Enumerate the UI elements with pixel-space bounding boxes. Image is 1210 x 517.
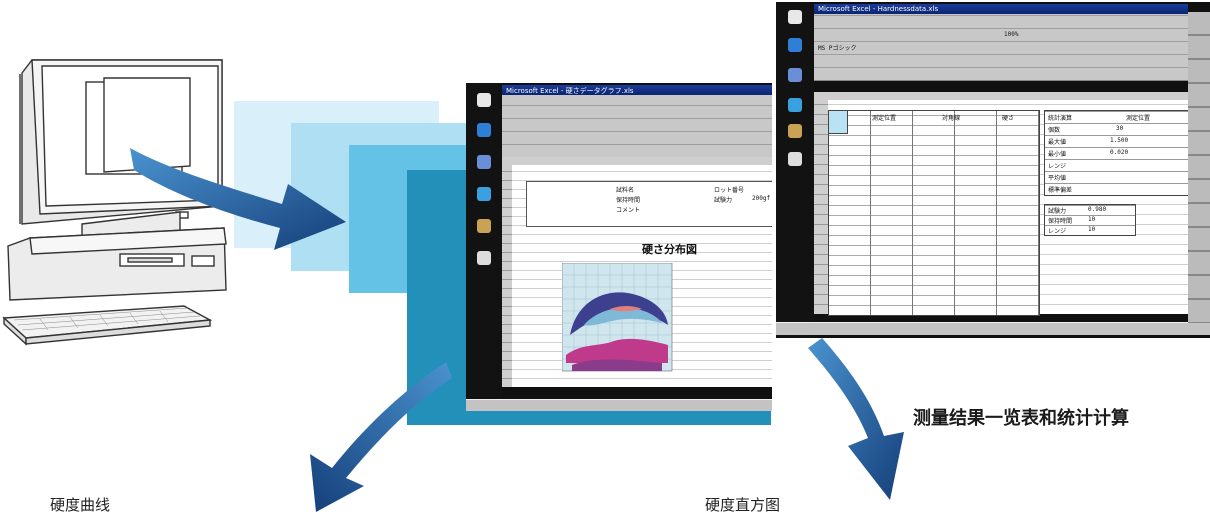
hardness-distribution-map bbox=[562, 263, 673, 372]
label-results-table: 测量结果一览表和统计计算 bbox=[913, 408, 1129, 429]
office-bar bbox=[1188, 12, 1210, 323]
table-corner bbox=[828, 110, 848, 134]
stat-range: レンジ bbox=[1048, 163, 1067, 170]
stat-stddev: 標準偏差 bbox=[1048, 187, 1073, 194]
field-comment: コメント bbox=[616, 207, 641, 214]
extra-hold-time-value: 10 bbox=[1088, 216, 1096, 223]
stat-max-value: 1.500 bbox=[1110, 137, 1129, 144]
extra-test-force: 試験力 bbox=[1048, 208, 1067, 215]
field-sample-name: 試料名 bbox=[616, 187, 635, 194]
arrow-to-curve-icon bbox=[310, 362, 452, 512]
zoom-level: 100% bbox=[1004, 31, 1019, 38]
stat-count-value: 30 bbox=[1116, 125, 1124, 132]
field-lot-number: ロット番号 bbox=[714, 187, 745, 194]
label-hardness-curve: 硬度曲线 bbox=[50, 496, 111, 514]
cell-value: 0.02 bbox=[904, 83, 919, 90]
stat-mean: 平均値 bbox=[1048, 175, 1067, 182]
taskbar-right bbox=[776, 322, 1210, 335]
chart-title: 硬さ分布図 bbox=[642, 243, 697, 256]
field-test-force: 試験力 bbox=[714, 197, 733, 204]
stats-value-header: 測定位置 bbox=[1126, 115, 1151, 122]
stat-count: 個数 bbox=[1048, 127, 1061, 134]
extra-test-force-value: 0.980 bbox=[1088, 206, 1107, 213]
stats-header: 統計演算 bbox=[1048, 115, 1073, 122]
excel-chart-screenshot: Microsoft Excel - 硬さデータグラフ.xls 試料名 ロット番号… bbox=[466, 83, 772, 411]
stat-max: 最大値 bbox=[1048, 139, 1067, 146]
arrow-to-histogram-icon bbox=[808, 338, 904, 500]
stat-min: 最小値 bbox=[1048, 151, 1067, 158]
toolbar-right bbox=[814, 14, 1188, 81]
stat-min-value: 0.020 bbox=[1110, 149, 1129, 156]
test-force-value: 200gf bbox=[752, 195, 771, 202]
cell-reference: B4 bbox=[834, 83, 842, 90]
field-hold-time: 保持時間 bbox=[616, 197, 641, 204]
label-hardness-histogram: 硬度直方图 bbox=[705, 496, 781, 514]
row-header bbox=[502, 165, 512, 387]
header-diagonal: 対角線 bbox=[942, 115, 961, 122]
header-hardness: 硬さ bbox=[1002, 115, 1015, 122]
excel-table-screenshot: Microsoft Excel - Hardnessdata.xls MS Pゴ… bbox=[776, 2, 1210, 338]
measurement-table bbox=[828, 110, 1040, 316]
extra-range: レンジ bbox=[1048, 228, 1067, 235]
extra-range-value: 10 bbox=[1088, 226, 1096, 233]
toolbar bbox=[502, 95, 772, 158]
desktop-sidebar bbox=[466, 83, 502, 399]
window-title-right: Microsoft Excel - Hardnessdata.xls bbox=[818, 5, 939, 13]
font-selector: MS Pゴシック bbox=[818, 45, 857, 52]
computer-icon bbox=[2, 59, 227, 346]
header-position: 測定位置 bbox=[872, 115, 897, 122]
extra-hold-time: 保持時間 bbox=[1048, 218, 1073, 225]
desktop-sidebar-right bbox=[776, 2, 814, 338]
row-header-right bbox=[814, 100, 828, 314]
taskbar bbox=[466, 399, 772, 411]
